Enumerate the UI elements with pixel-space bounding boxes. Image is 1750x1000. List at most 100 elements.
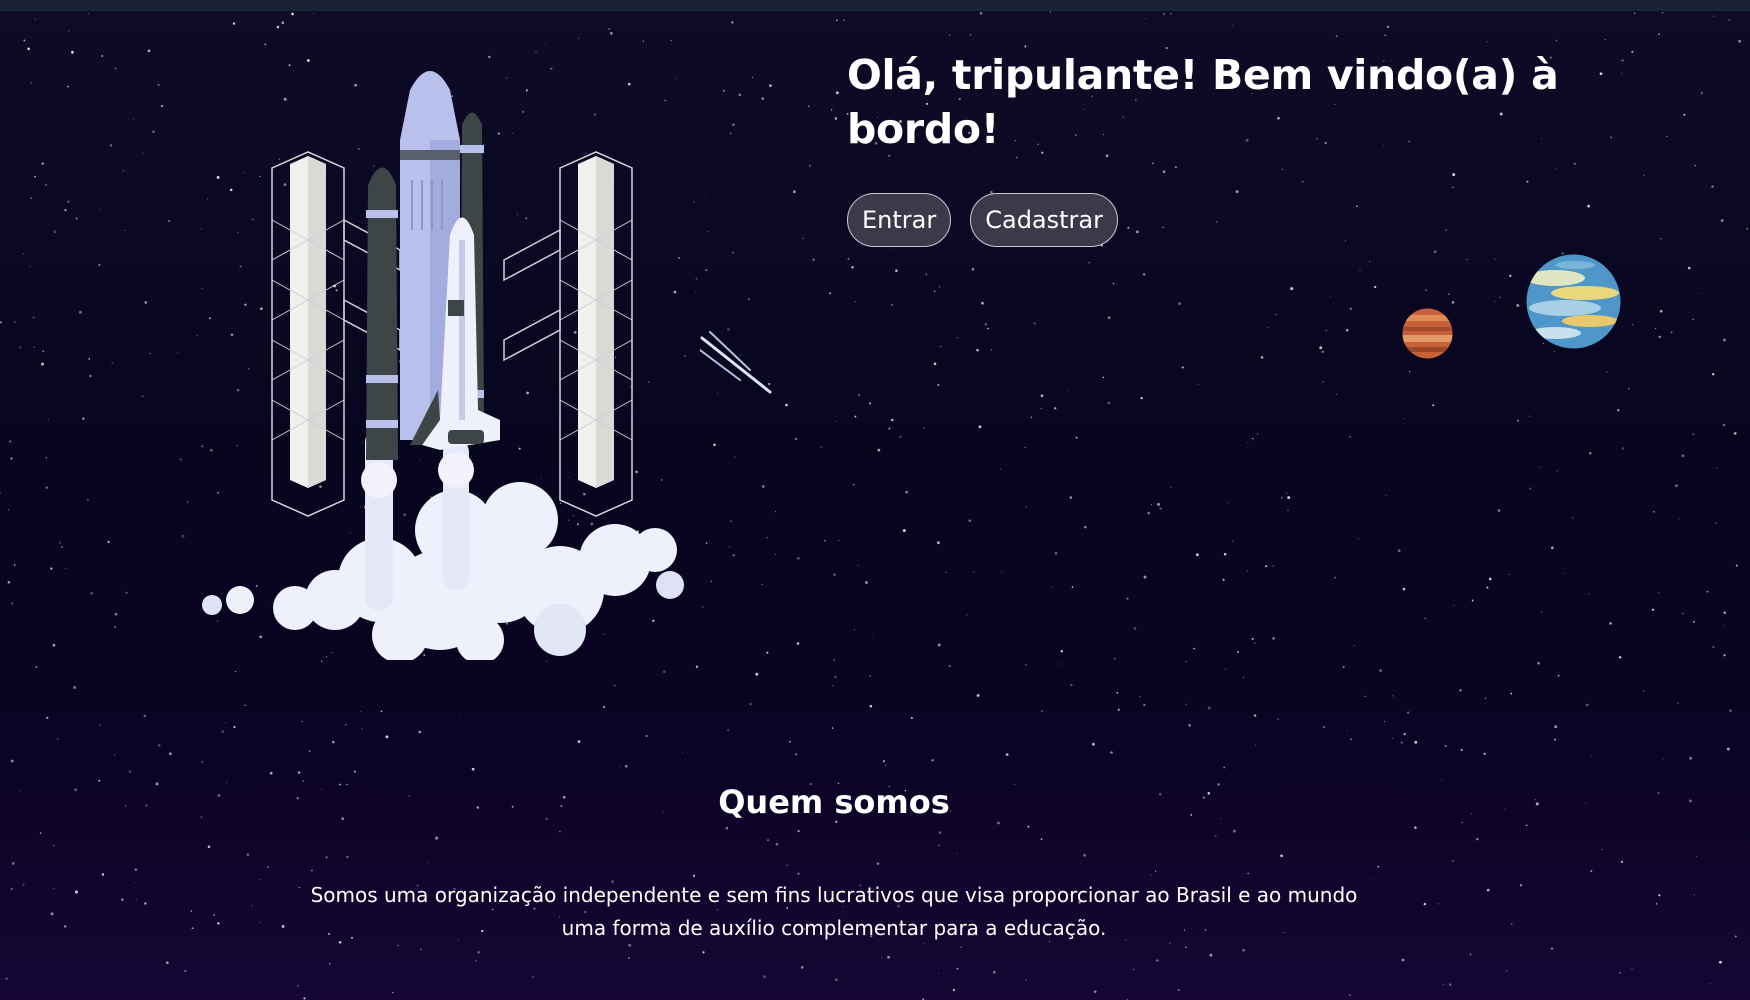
star xyxy=(1251,637,1254,640)
star xyxy=(75,217,78,220)
star xyxy=(769,84,772,88)
star xyxy=(1147,511,1151,515)
star xyxy=(48,418,50,420)
star xyxy=(902,529,906,533)
star xyxy=(1236,651,1239,653)
login-button[interactable]: Entrar xyxy=(847,193,952,247)
star xyxy=(751,76,753,78)
star xyxy=(474,960,477,962)
star xyxy=(1722,423,1726,427)
star xyxy=(1000,468,1002,470)
star xyxy=(90,591,94,595)
star xyxy=(1459,689,1462,692)
star xyxy=(823,539,827,542)
left-launch-tower xyxy=(271,151,345,517)
star xyxy=(797,556,800,560)
star xyxy=(1444,229,1447,232)
star xyxy=(107,540,110,544)
star xyxy=(1677,702,1679,704)
star xyxy=(1353,644,1355,647)
star xyxy=(1601,848,1603,851)
star xyxy=(27,47,30,51)
star xyxy=(1323,726,1325,728)
mars-planet xyxy=(1402,308,1453,359)
star xyxy=(1040,394,1044,398)
star xyxy=(1133,627,1137,630)
star xyxy=(1506,970,1508,972)
star xyxy=(232,22,236,25)
star xyxy=(968,519,972,523)
star xyxy=(1386,25,1390,28)
star xyxy=(477,951,480,954)
star xyxy=(854,415,857,418)
star xyxy=(34,18,36,20)
star xyxy=(1720,219,1724,222)
star xyxy=(1349,994,1351,996)
star xyxy=(1287,509,1289,512)
star xyxy=(459,713,461,715)
star xyxy=(831,684,834,687)
star xyxy=(797,843,799,845)
star xyxy=(1414,740,1418,744)
star xyxy=(910,717,913,719)
star xyxy=(109,144,113,147)
star xyxy=(702,951,705,954)
star xyxy=(960,946,962,949)
star xyxy=(682,751,684,753)
star xyxy=(1658,894,1661,897)
star xyxy=(1252,437,1254,440)
star xyxy=(925,273,928,276)
star xyxy=(1151,162,1155,165)
star xyxy=(167,219,171,223)
star xyxy=(1107,401,1111,405)
star xyxy=(45,486,49,489)
register-button[interactable]: Cadastrar xyxy=(970,193,1118,247)
star xyxy=(41,162,44,165)
star xyxy=(1349,738,1353,741)
star xyxy=(471,767,475,771)
star xyxy=(834,675,837,679)
star xyxy=(1723,625,1725,626)
star xyxy=(179,458,182,461)
star xyxy=(281,924,285,928)
star xyxy=(1621,447,1625,450)
star xyxy=(135,898,138,901)
star xyxy=(9,440,12,443)
star xyxy=(766,651,769,654)
star xyxy=(251,905,253,907)
star xyxy=(670,40,672,42)
star xyxy=(1466,258,1468,261)
star xyxy=(952,988,956,992)
star xyxy=(1232,829,1236,833)
star xyxy=(1604,38,1607,41)
star xyxy=(213,914,215,916)
star xyxy=(121,898,124,901)
star xyxy=(64,567,66,569)
star xyxy=(46,716,49,719)
star xyxy=(1511,923,1513,925)
star xyxy=(812,258,815,261)
star xyxy=(1728,19,1730,21)
star xyxy=(807,105,810,108)
star xyxy=(191,927,194,930)
star xyxy=(1729,709,1732,712)
star xyxy=(885,764,887,767)
star xyxy=(1287,496,1291,500)
star xyxy=(1357,538,1359,540)
star xyxy=(431,756,433,758)
star xyxy=(695,665,699,669)
star xyxy=(385,735,389,739)
star xyxy=(1397,549,1401,553)
star xyxy=(1185,660,1187,663)
star xyxy=(184,969,187,973)
star xyxy=(1232,24,1234,27)
star xyxy=(775,842,779,846)
star xyxy=(1693,893,1695,896)
star xyxy=(603,705,606,709)
star xyxy=(1033,322,1036,325)
star xyxy=(101,873,105,876)
star xyxy=(50,567,53,570)
star xyxy=(1143,575,1147,579)
star xyxy=(246,853,250,856)
star xyxy=(1319,346,1323,350)
